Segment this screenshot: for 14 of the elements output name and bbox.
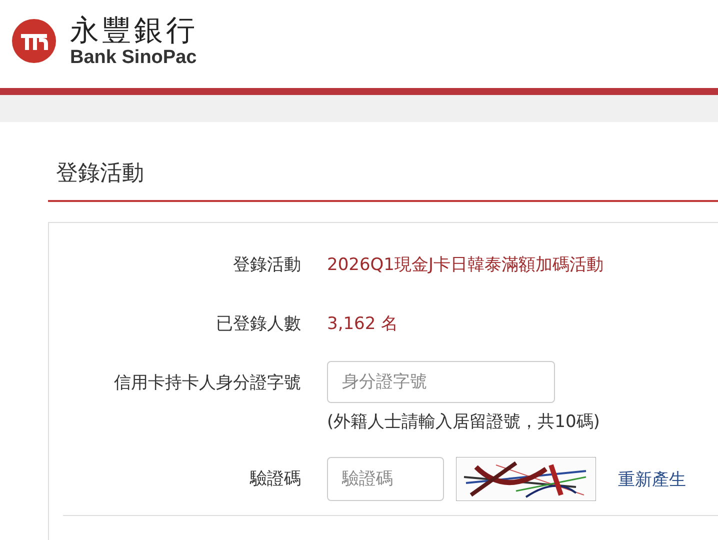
id-number-input[interactable]: 身分證字號 [327, 361, 555, 403]
hint-text: (外籍人士請輸入居留證號，共10碼) [327, 411, 600, 433]
field-value: 3,162 名 [327, 313, 398, 336]
page-title: 登錄活動 [48, 148, 718, 202]
field-label: 信用卡持卡人身分證字號 [113, 372, 301, 395]
captcha-input[interactable]: 驗證碼 [327, 457, 444, 501]
brand-name: Bank SinoPac [70, 47, 198, 69]
field-value: 2026Q1現金J卡日韓泰滿額加碼活動 [327, 254, 604, 277]
field-label: 已登錄人數 [215, 313, 301, 336]
field-label: 驗證碼 [248, 468, 301, 491]
regenerate-link[interactable]: 重新產生 [618, 468, 686, 490]
brand-name: 永豐銀行 [70, 13, 198, 47]
field-label: 登錄活動 [232, 254, 301, 277]
logo-icon [12, 19, 56, 63]
